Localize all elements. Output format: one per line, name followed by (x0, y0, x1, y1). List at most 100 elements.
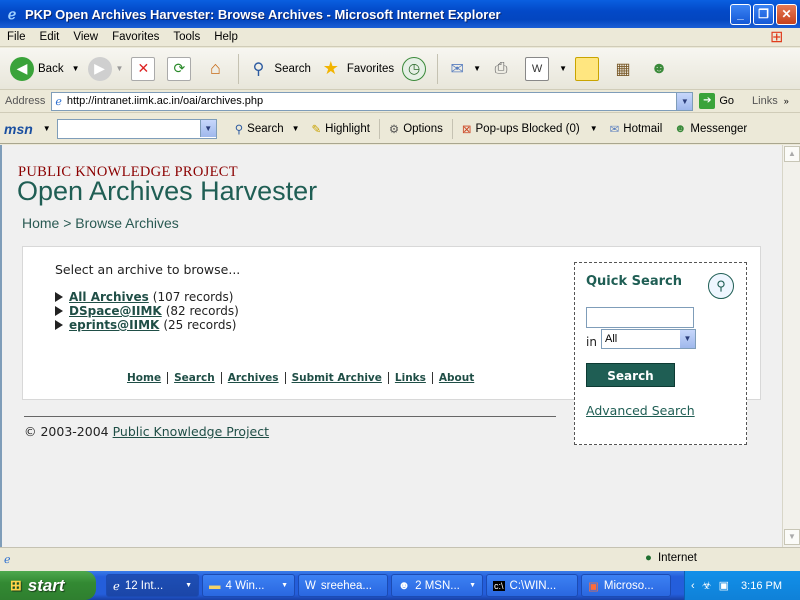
print-button[interactable]: ⎙ (485, 52, 521, 86)
start-button[interactable]: ⊞ start (0, 571, 96, 600)
scroll-up-icon[interactable]: ▲ (784, 146, 800, 162)
tray-icons[interactable]: ‹ ☣ ▣ (691, 579, 731, 592)
forward-button[interactable]: ▶ ▼ (84, 52, 128, 86)
menu-view[interactable]: View (66, 31, 105, 43)
msnbar-divider (451, 118, 453, 139)
back-arrow-icon: ◀ (10, 56, 34, 81)
menu-help[interactable]: Help (207, 31, 245, 43)
edit-dropdown-icon[interactable]: ▼ (559, 64, 567, 73)
msn-search-dropdown-icon[interactable]: ▼ (199, 119, 216, 137)
go-button[interactable]: ➔ Go (699, 93, 734, 109)
history-button[interactable]: ◷ (398, 52, 434, 86)
menu-file[interactable]: File (0, 31, 33, 43)
note-icon (575, 56, 599, 81)
url-field[interactable]: ℯ http://intranet.iimk.ac.in/oai/archive… (51, 91, 694, 111)
task-word[interactable]: W sreehea... (298, 574, 388, 597)
title-bar: ℯ PKP Open Archives Harvester: Browse Ar… (0, 0, 800, 28)
popups-blocked-button[interactable]: ⊠ Pop-ups Blocked (0) ▼ (456, 122, 604, 136)
toolbar-divider (238, 53, 240, 84)
task-msn[interactable]: ☻ 2 MSN... ▼ (391, 574, 483, 597)
msn-dropdown-icon[interactable]: ▼ (43, 124, 51, 133)
task-ie[interactable]: ℯ 12 Int... ▼ (106, 574, 199, 597)
url-dropdown-icon[interactable]: ▼ (676, 92, 693, 110)
quick-search-input[interactable] (586, 307, 694, 328)
pkp-link[interactable]: Public Knowledge Project (113, 424, 269, 439)
clock[interactable]: 3:16 PM (741, 580, 782, 592)
divider (284, 372, 286, 384)
word-edit-icon: W (525, 56, 550, 81)
refresh-button[interactable]: ⟳ (163, 52, 199, 86)
chevron-right-icon[interactable]: » (784, 96, 789, 106)
msnbar-divider (378, 118, 380, 139)
messenger-toolbar-button[interactable]: ☻ (643, 52, 679, 86)
ie-icon: ℯ (113, 580, 120, 593)
msn-logo[interactable]: msn (4, 121, 33, 137)
system-tray: ‹ ☣ ▣ 3:16 PM (684, 571, 800, 600)
task-explorer[interactable]: ▬ 4 Win... ▼ (202, 574, 295, 597)
footer-nav: Home Search Archives Submit Archive Link… (127, 372, 474, 384)
task-cmd[interactable]: c:\ C:\WIN... (486, 574, 578, 597)
edit-button[interactable]: W ▼ (521, 52, 571, 86)
task-microsoft[interactable]: ▣ Microso... (581, 574, 671, 597)
links-button[interactable]: Links (752, 95, 778, 107)
footer-link-submit-archive[interactable]: Submit Archive (292, 372, 382, 384)
divider (220, 372, 222, 384)
highlight-button[interactable]: ✎ Highlight (306, 122, 376, 136)
back-dropdown-icon[interactable]: ▼ (72, 64, 80, 73)
popups-dropdown-icon[interactable]: ▼ (590, 124, 598, 133)
messenger-button[interactable]: ☻ Messenger (668, 123, 753, 135)
home-button[interactable]: ⌂ (199, 52, 235, 86)
vertical-scrollbar[interactable]: ▲ ▼ (782, 145, 800, 547)
browse-prompt: Select an archive to browse... (55, 262, 241, 277)
hotmail-button[interactable]: ✉ Hotmail (604, 122, 669, 136)
msn-search-dropdown-icon[interactable]: ▼ (292, 124, 300, 133)
page-status-icon: ℯ (4, 554, 11, 566)
messenger-icon: ☻ (398, 579, 411, 592)
discuss-button[interactable] (571, 52, 607, 86)
globe-icon: ● (645, 552, 652, 564)
footer-link-search[interactable]: Search (174, 372, 215, 384)
search-button[interactable]: ⚲ Search (242, 52, 314, 86)
scroll-down-icon[interactable]: ▼ (784, 529, 800, 545)
footer-link-about[interactable]: About (439, 372, 474, 384)
research-icon: ▦ (615, 60, 631, 78)
mail-button[interactable]: ✉ ▼ (441, 52, 485, 86)
access-icon: ▣ (588, 580, 599, 593)
chevron-down-icon[interactable]: ▼ (680, 330, 695, 348)
menu-edit[interactable]: Edit (33, 31, 67, 43)
close-button[interactable]: ✕ (776, 3, 797, 25)
msn-search-label: Search (247, 122, 284, 135)
task-label: 12 Int... (124, 579, 164, 592)
task-label: Microso... (603, 579, 654, 592)
favorites-label: Favorites (346, 62, 395, 75)
research-button[interactable]: ▦ (607, 52, 643, 86)
quick-search-button[interactable]: Search (586, 363, 675, 387)
breadcrumb[interactable]: Home > Browse Archives (22, 215, 179, 231)
magnifier-icon: ⚲ (708, 273, 734, 299)
footer-link-home[interactable]: Home (127, 372, 161, 384)
stop-button[interactable]: ✕ (127, 52, 163, 86)
favorites-button[interactable]: ★ Favorites (315, 52, 398, 86)
scope-select[interactable]: All ▼ (601, 329, 696, 349)
footer-link-links[interactable]: Links (395, 372, 426, 384)
footer-link-archives[interactable]: Archives (228, 372, 279, 384)
archive-link-eprints[interactable]: eprints@IIMK (69, 318, 159, 332)
back-button[interactable]: ◀ Back ▼ (6, 52, 84, 86)
menu-tools[interactable]: Tools (166, 31, 207, 43)
archive-link-all[interactable]: All Archives (69, 290, 149, 304)
window-controls: _ ❐ ✕ (730, 3, 797, 25)
quick-search-panel: Quick Search ⚲ in All ▼ Search Advanced … (574, 262, 747, 445)
msn-search-input[interactable]: ▼ (56, 118, 217, 139)
archive-link-dspace[interactable]: DSpace@IIMK (69, 304, 162, 318)
options-button[interactable]: ⚙ Options (383, 122, 449, 136)
forward-dropdown-icon[interactable]: ▼ (116, 64, 124, 73)
toolbar-divider (437, 53, 439, 84)
minimize-button[interactable]: _ (730, 3, 751, 25)
msn-search-button[interactable]: ⚲ Search ▼ (229, 122, 306, 136)
maximize-button[interactable]: ❐ (753, 3, 774, 25)
mail-dropdown-icon[interactable]: ▼ (473, 64, 481, 73)
messenger-icon: ☻ (674, 122, 687, 135)
menu-favorites[interactable]: Favorites (105, 31, 166, 43)
advanced-search-link[interactable]: Advanced Search (586, 403, 695, 418)
console-icon: c:\ (493, 580, 505, 591)
